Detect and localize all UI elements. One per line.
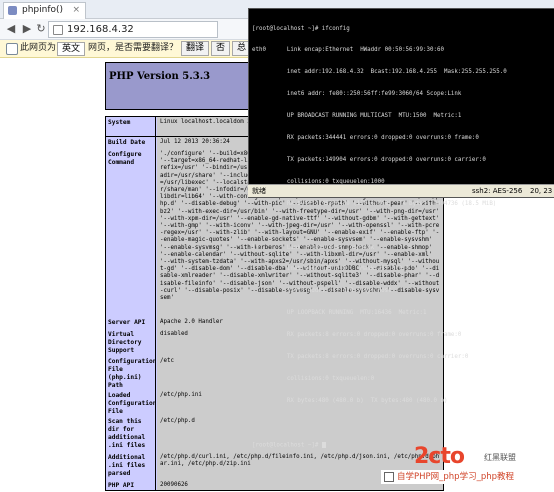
status-ready: 就绪 [252, 187, 266, 195]
terminal-prompt: [root@localhost ~]# [252, 442, 322, 449]
row-key: Virtual Directory Support [106, 329, 156, 356]
language-select[interactable]: 英文 [57, 42, 86, 56]
terminal-line: RX bytes:145336439 (138.6 MiB) TX bytes:… [252, 200, 497, 207]
status-cipher: ssh2: AES-256 [472, 187, 523, 195]
translate-question: 网页，是否需要翻译？ [88, 43, 179, 53]
watermark-logo-icon: 2cto [414, 444, 465, 469]
watermark-sub-text: 自学PHP网_php学习_php教程 [397, 472, 515, 482]
reload-icon[interactable]: ↻ [34, 22, 48, 36]
terminal-line: TX packets:8 errors:0 dropped:0 overruns… [252, 353, 469, 360]
status-cursor-pos: 20, 23 [530, 187, 553, 195]
watermark-caption: 自学PHP网_php学习_php教程 [381, 470, 554, 484]
url-text: 192.168.4.32 [67, 24, 134, 35]
translate-button[interactable]: 翻译 [181, 41, 210, 56]
row-key: Loaded Configuration File [106, 390, 157, 416]
terminal-status-bar: 就绪 ssh2: AES-256 20, 23 [248, 184, 554, 197]
terminal-line: RX bytes:480 (480.0 b) TX bytes:480 (480… [252, 397, 448, 404]
php-version-title: PHP Version 5.3.3 [109, 71, 211, 82]
terminal-line: UP BROADCAST RUNNING MULTICAST MTU:1500 … [252, 113, 462, 120]
terminal-line: collisions:0 txqueuelen:0 [252, 375, 375, 382]
terminal-line: inet addr:127.0.0.1 Mask:255.0.0.0 [252, 266, 410, 273]
row-key: Scan this dir for additional .ini files [106, 416, 156, 452]
terminal-line: TX packets:149904 errors:0 dropped:0 ove… [252, 156, 486, 163]
terminal-line: UP LOOPBACK RUNNING MTU:16436 Metric:1 [252, 310, 427, 317]
forward-icon[interactable]: ▶ [20, 22, 34, 36]
watermark-brand: 红黑联盟 [484, 453, 516, 462]
site-watermark: 2cto 红黑联盟 自学PHP网_php学习_php教程 [381, 442, 554, 492]
checkbox-icon [384, 471, 394, 482]
terminal-line: [root@localhost ~]# ifconfig [252, 25, 350, 32]
terminal-line: eth0 Link encap:Ethernet HWaddr 00:50:56… [252, 47, 444, 54]
browser-tab[interactable]: phpinfo() × [3, 2, 87, 19]
translate-icon [6, 43, 18, 55]
ssh-terminal-window[interactable]: [root@localhost ~]# ifconfig eth0 Link e… [248, 8, 554, 448]
page-favicon-icon [8, 6, 17, 15]
terminal-line: RX packets:344441 errors:0 dropped:0 ove… [252, 135, 479, 142]
terminal-line: lo Link encap:Local Loopback [252, 244, 375, 251]
address-bar[interactable]: 192.168.4.32 [48, 21, 218, 38]
row-key: Additional .ini files parsed [106, 452, 156, 480]
tab-title: phpinfo() [22, 5, 64, 15]
page-icon [53, 25, 63, 35]
row-key: Configuration File (php.ini) Path [106, 356, 157, 390]
close-tab-icon[interactable]: × [73, 3, 81, 18]
terminal-line: inet addr:192.168.4.32 Bcast:192.168.4.2… [252, 69, 507, 76]
back-icon[interactable]: ◀ [4, 22, 18, 36]
row-key: PHP API [106, 480, 156, 490]
no-translate-button[interactable]: 否 [211, 41, 231, 56]
row-key: Build Date [106, 137, 156, 149]
row-key: System [106, 117, 156, 136]
row-key: Server API [106, 317, 156, 329]
row-key: Configure Command [106, 149, 156, 317]
terminal-line: RX packets:8 errors:0 dropped:0 overruns… [252, 332, 462, 339]
terminal-line: inet6 addr: fe80::250:56ff:fe99:3060/64 … [252, 91, 462, 98]
terminal-output[interactable]: [root@localhost ~]# ifconfig eth0 Link e… [252, 11, 552, 464]
translate-prefix: 此网页为 [20, 43, 57, 53]
terminal-line: inet6 addr: ::1/128 Scope:Host [252, 288, 392, 295]
terminal-cursor [321, 441, 326, 448]
